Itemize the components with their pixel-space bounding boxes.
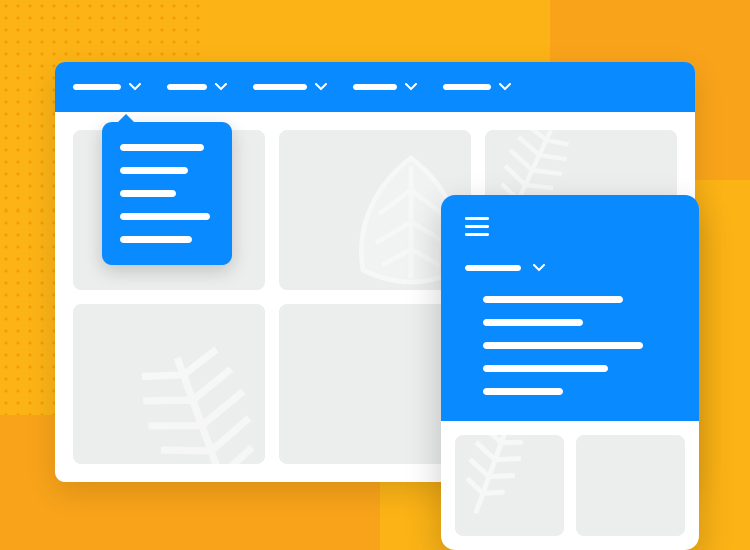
nav-label (465, 265, 521, 271)
chevron-down-icon (533, 264, 545, 272)
mobile-nav (441, 195, 699, 421)
dropdown-item[interactable] (120, 167, 188, 174)
nav-item[interactable] (353, 83, 417, 91)
dropdown-item[interactable] (120, 190, 176, 197)
content-card (576, 435, 685, 536)
nav-item[interactable] (443, 83, 511, 91)
mobile-nav-active-item[interactable] (465, 264, 675, 272)
chevron-down-icon (315, 83, 327, 91)
nav-item[interactable] (73, 83, 141, 91)
chevron-down-icon (215, 83, 227, 91)
nav-label (443, 84, 491, 90)
mobile-nav-subitem[interactable] (483, 365, 608, 372)
content-card (73, 304, 265, 464)
hamburger-icon[interactable] (465, 217, 489, 236)
nav-dropdown (102, 122, 232, 265)
nav-label (73, 84, 121, 90)
nav-label (353, 84, 397, 90)
nav-label (253, 84, 307, 90)
dropdown-item[interactable] (120, 236, 192, 243)
mobile-nav-subitem[interactable] (483, 319, 583, 326)
mobile-nav-subitem[interactable] (483, 296, 623, 303)
nav-item[interactable] (253, 83, 327, 91)
dropdown-item[interactable] (120, 213, 210, 220)
chevron-down-icon (499, 83, 511, 91)
top-nav (55, 62, 695, 112)
fern-icon (455, 435, 555, 535)
mobile-nav-subitem[interactable] (483, 388, 563, 395)
content-card (455, 435, 564, 536)
chevron-down-icon (405, 83, 417, 91)
dropdown-item[interactable] (120, 144, 204, 151)
chevron-down-icon (129, 83, 141, 91)
fern-icon (90, 319, 265, 464)
mobile-content (441, 421, 699, 550)
nav-label (167, 84, 207, 90)
mobile-nav-subitem[interactable] (483, 342, 643, 349)
mobile-window (441, 195, 699, 550)
nav-item[interactable] (167, 83, 227, 91)
